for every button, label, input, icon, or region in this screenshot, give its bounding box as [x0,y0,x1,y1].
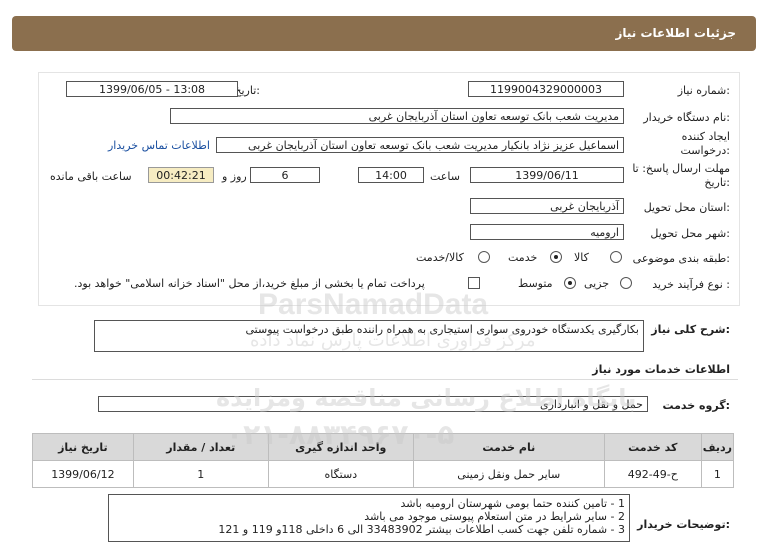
city-field: ارومیه [470,224,624,240]
buyer-note-line: 1 - تامین کننده حتما بومی شهرستان ارومیه… [400,497,625,510]
category-radio-goods[interactable] [610,251,622,263]
buyer-field: مدیریت شعب بانک توسعه تعاون استان آذربای… [170,108,624,124]
services-section-title: اطلاعات خدمات مورد نیاز [592,363,730,376]
buyer-label: نام دستگاه خریدار: [643,111,730,124]
buyer-notes-label: توضیحات خریدار: [637,518,730,531]
process-radio-medium[interactable] [564,277,576,289]
service-group-label: گروه خدمت: [662,399,730,412]
col-header-quantity: تعداد / مقدار [132,433,269,461]
province-label: استان محل تحویل: [643,201,730,214]
table-header-row: ردیف کد خدمت نام خدمت واحد اندازه گیری ت… [32,433,735,461]
category-option-goods-service: کالا/خدمت [416,251,464,264]
page-title: جزئیات اطلاعات نیاز [615,26,736,40]
city-label: شهر محل تحویل: [650,227,730,240]
cell-need-date: 1399/06/12 [32,460,134,488]
summary-label: شرح کلی نیاز: [651,323,730,336]
cell-quantity: 1 [132,460,269,488]
announce-date-field: 1399/06/05 - 13:08 [66,81,238,97]
cell-service-name: سایر حمل ونقل زمینی [412,460,605,488]
remaining-time-label: ساعت باقی مانده [50,170,132,183]
buyer-note-line: 3 - شماره تلفن جهت کسب اطلاعات بیشتر 334… [218,523,625,536]
cell-unit: دستگاه [267,460,414,488]
need-number-field: 1199004329000003 [468,81,624,97]
category-option-service: خدمت [508,251,538,264]
deadline-label: مهلت ارسال پاسخ: تا تاریخ: [632,162,730,189]
services-table: ردیف کد خدمت نام خدمت واحد اندازه گیری ت… [32,433,735,488]
buyer-contact-link[interactable]: اطلاعات تماس خریدار [108,139,210,152]
process-option-medium: متوسط [518,277,553,290]
province-field: آذربایجان غربی [470,198,624,214]
page-header: جزئیات اطلاعات نیاز [12,16,756,51]
col-header-unit: واحد اندازه گیری [267,433,414,461]
treasury-payment-checkbox[interactable] [468,277,480,289]
buyer-notes-box: 1 - تامین کننده حتما بومی شهرستان ارومیه… [108,494,630,542]
deadline-hour-label: ساعت [430,170,460,183]
col-header-service-name: نام خدمت [412,433,605,461]
remaining-time-counter: 00:42:21 [148,167,214,183]
creator-field: اسماعیل عزیز نژاد بانکیار مدیریت شعب بان… [216,137,624,153]
need-number-label: شماره نیاز: [677,84,730,97]
table-row: 1 ح-49-492 سایر حمل ونقل زمینی دستگاه 1 … [32,460,735,488]
col-header-row-number: ردیف [700,433,735,461]
category-option-goods: کالا [574,251,589,264]
buyer-note-line: 2 - سایر شرایط در متن استعلام پیوستی موج… [364,510,625,523]
days-remaining-field: 6 [250,167,320,183]
cell-row-number: 1 [700,460,735,488]
cell-service-code: ح-49-492 [603,460,702,488]
creator-label: ایجاد کننده درخواست: [680,130,731,157]
days-label: روز و [222,170,247,183]
process-option-minor: جزیی [584,277,610,290]
service-group-field: حمل و نقل و انبارداری [98,396,648,412]
process-radio-minor[interactable] [620,277,632,289]
deadline-date-field: 1399/06/11 [470,167,624,183]
summary-field: بکارگیری یکدستگاه خودروی سواری استیجاری … [94,320,644,352]
col-header-need-date: تاریخ نیاز [32,433,134,461]
col-header-service-code: کد خدمت [603,433,702,461]
category-label: طبقه بندی موضوعی: [632,252,730,265]
category-radio-goods-service[interactable] [478,251,490,263]
deadline-time-field: 14:00 [358,167,424,183]
section-divider [32,379,738,380]
process-label: نوع فرآیند خرید : [652,278,730,291]
category-radio-service[interactable] [550,251,562,263]
treasury-payment-note: پرداخت تمام یا بخشی از مبلغ خرید،از محل … [74,277,425,290]
